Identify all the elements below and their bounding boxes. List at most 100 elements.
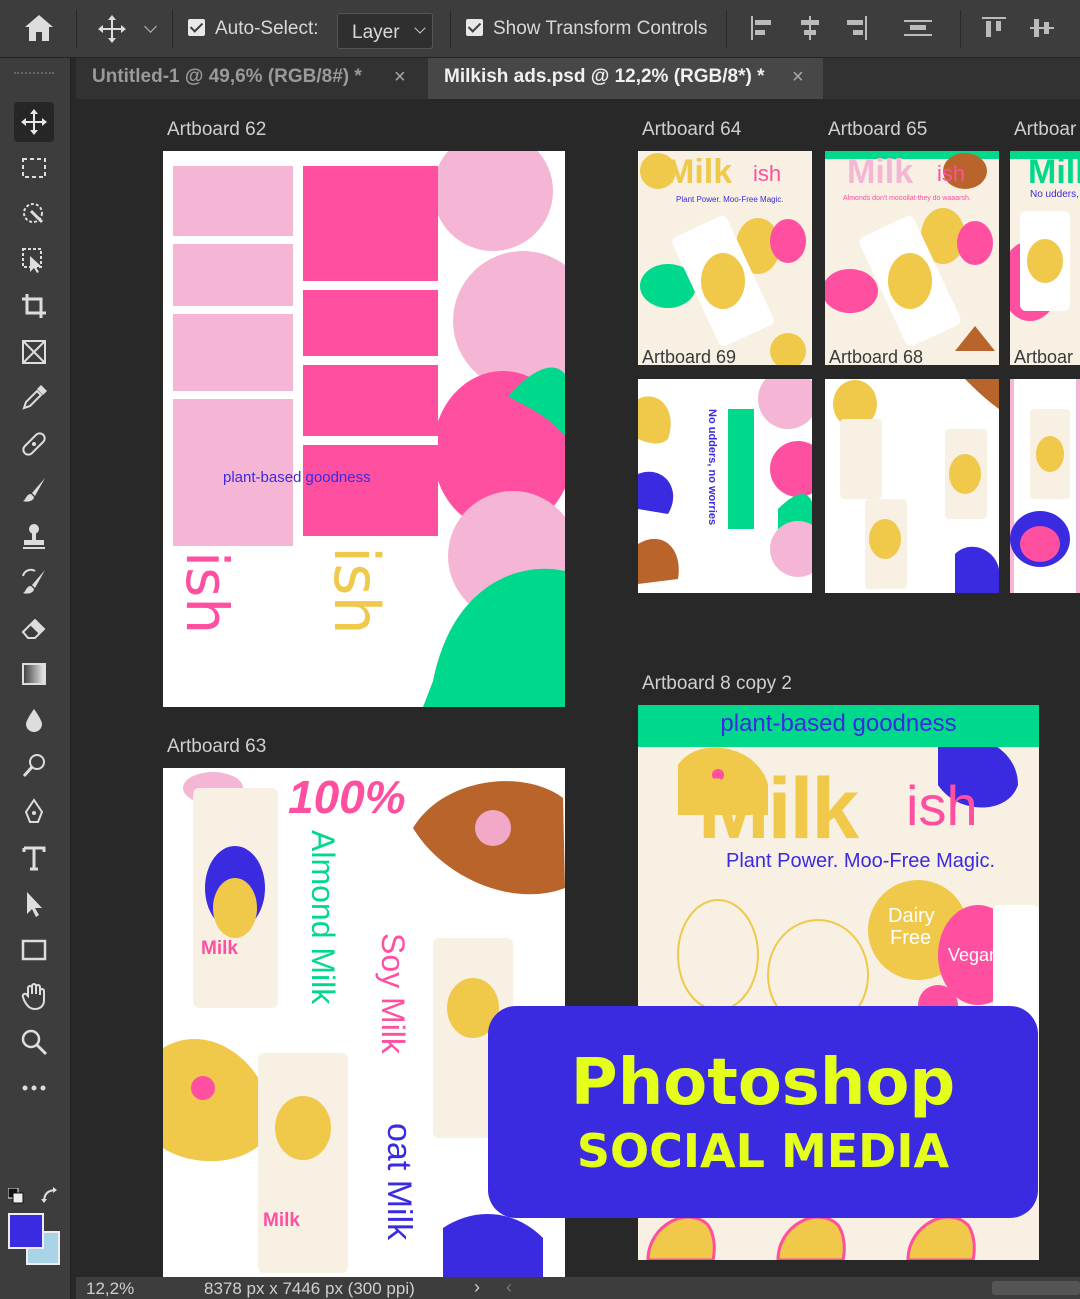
- free-label: Free: [890, 927, 932, 949]
- artboard-65[interactable]: Milk ish Almonds don't moooilat they do …: [825, 151, 999, 365]
- artboard-label[interactable]: Artboard 8 copy 2: [642, 673, 792, 695]
- layer-select[interactable]: Layer: [337, 13, 433, 49]
- align-top-icon[interactable]: [980, 14, 1008, 47]
- horizontal-scrollbar[interactable]: [992, 1281, 1080, 1295]
- clone-stamp-tool-icon[interactable]: [14, 516, 54, 556]
- milk-logo-text: Milk: [1028, 153, 1080, 191]
- auto-select-checkbox[interactable]: [188, 19, 205, 36]
- artboard-64[interactable]: Milk ish Plant Power. Moo-Free Magic. Ar…: [638, 151, 812, 365]
- marquee-tool-icon[interactable]: [14, 148, 54, 188]
- close-icon[interactable]: ×: [792, 66, 804, 89]
- swap-colors-icon[interactable]: [40, 1186, 60, 1206]
- artboard-label-overlay[interactable]: Artboard 69: [642, 347, 736, 365]
- tagline-text: No udders, no worries: [706, 409, 718, 526]
- artboard-label[interactable]: Artboard 63: [167, 736, 266, 758]
- layer-select-value: Layer: [352, 22, 400, 43]
- tab-title: Untitled-1 @ 49,6% (RGB/8#) *: [92, 66, 362, 87]
- tagline-text: No udders, no worries: [1030, 189, 1080, 200]
- panel-grip[interactable]: [14, 72, 54, 84]
- ish-text-pink: ish: [173, 551, 241, 635]
- status-bar: 12,2% 8378 px x 7446 px (300 ppi) › ‹: [76, 1277, 1080, 1299]
- chevron-down-icon[interactable]: [144, 20, 157, 33]
- options-bar: Auto-Select: Layer Show Transform Contro…: [0, 0, 1080, 58]
- transform-controls-label: Show Transform Controls: [493, 18, 708, 39]
- ish-logo-text: ish: [753, 161, 782, 186]
- tab-untitled[interactable]: Untitled-1 @ 49,6% (RGB/8#) * ×: [76, 58, 426, 99]
- artboard-62[interactable]: plant-based goodness ish ish: [163, 151, 565, 707]
- hundred-percent-text: 100%: [288, 771, 406, 823]
- hand-tool-icon[interactable]: [14, 976, 54, 1016]
- milk-logo-text: Milk: [666, 153, 733, 191]
- pen-tool-icon[interactable]: [14, 792, 54, 832]
- artboard-partial-2-artwork: [1010, 379, 1080, 593]
- default-colors-icon[interactable]: [7, 1187, 24, 1204]
- ish-text-yellow: ish: [320, 546, 393, 635]
- carton-logo-text: Milk: [263, 1210, 300, 1231]
- eraser-tool-icon[interactable]: [14, 608, 54, 648]
- tagline-text: plant-based goodness: [223, 469, 371, 486]
- artboard-68-artwork: [833, 379, 999, 593]
- more-tools-icon[interactable]: [14, 1068, 54, 1108]
- soy-milk-text: Soy Milk: [375, 933, 411, 1054]
- align-right-icon[interactable]: [842, 14, 870, 47]
- path-selection-tool-icon[interactable]: [14, 884, 54, 924]
- align-middle-icon[interactable]: [1028, 14, 1056, 47]
- frame-tool-icon[interactable]: [14, 332, 54, 372]
- promo-banner: Photoshop SOCIAL MEDIA: [488, 1006, 1038, 1218]
- dairy-label: Dairy: [888, 905, 935, 927]
- object-selection-tool-icon[interactable]: [14, 240, 54, 280]
- dodge-tool-icon[interactable]: [14, 746, 54, 786]
- eyedropper-tool-icon[interactable]: [14, 378, 54, 418]
- document-size: 8378 px x 7446 px (300 ppi): [204, 1279, 415, 1298]
- artboard-label[interactable]: Artboar: [1014, 119, 1076, 141]
- divider: [450, 10, 451, 48]
- divider: [960, 10, 961, 48]
- artboard-label-overlay[interactable]: Artboar: [1014, 347, 1073, 365]
- chevron-down-icon: [414, 22, 426, 34]
- ish-logo-text: ish: [906, 774, 978, 837]
- foreground-color-swatch[interactable]: [8, 1213, 44, 1249]
- auto-select-label: Auto-Select:: [215, 18, 319, 39]
- artboard-68[interactable]: [825, 379, 999, 593]
- quick-selection-tool-icon[interactable]: [14, 194, 54, 234]
- align-left-icon[interactable]: [748, 14, 776, 47]
- document-tabs: Untitled-1 @ 49,6% (RGB/8#) * × Milkish …: [76, 58, 1080, 99]
- chevron-left-icon[interactable]: ‹: [506, 1277, 512, 1298]
- history-brush-tool-icon[interactable]: [14, 562, 54, 602]
- divider: [726, 10, 727, 48]
- brush-tool-icon[interactable]: [14, 470, 54, 510]
- zoom-tool-icon[interactable]: [14, 1022, 54, 1062]
- move-tool-icon[interactable]: [96, 13, 128, 45]
- banner-title: Photoshop: [570, 1046, 956, 1120]
- milk-logo-text: Milk: [847, 153, 914, 191]
- home-icon[interactable]: [22, 12, 56, 44]
- artboard-partial[interactable]: Milk No udders, no worries Artboar: [1010, 151, 1080, 365]
- artboard-label[interactable]: Artboard 62: [167, 119, 266, 141]
- artboard-69[interactable]: No udders, no worries: [638, 379, 812, 593]
- tools-panel: [0, 58, 71, 1299]
- tab-milkish[interactable]: Milkish ads.psd @ 12,2% (RGB/8*) * ×: [428, 58, 823, 99]
- banner-subtitle: SOCIAL MEDIA: [576, 1124, 950, 1178]
- gradient-tool-icon[interactable]: [14, 654, 54, 694]
- tagline-text: Plant Power. Moo-Free Magic.: [676, 195, 784, 204]
- carton-logo-text: Milk: [201, 938, 238, 959]
- artboard-69-artwork: [638, 379, 812, 584]
- artboard-label-overlay[interactable]: Artboard 68: [829, 347, 923, 365]
- artboard-label[interactable]: Artboard 65: [828, 119, 927, 141]
- ish-logo-text: ish: [937, 161, 966, 186]
- move-tool-icon[interactable]: [14, 102, 54, 142]
- chevron-right-icon[interactable]: ›: [474, 1277, 480, 1298]
- distribute-icon[interactable]: [902, 14, 934, 47]
- transform-controls-checkbox[interactable]: [466, 19, 483, 36]
- type-tool-icon[interactable]: [14, 838, 54, 878]
- crop-tool-icon[interactable]: [14, 286, 54, 326]
- close-icon[interactable]: ×: [394, 66, 406, 89]
- zoom-level[interactable]: 12,2%: [86, 1279, 134, 1299]
- artboard-partial-2[interactable]: [1010, 379, 1080, 593]
- almond-milk-text: Almond Milk: [305, 830, 341, 1005]
- align-center-icon[interactable]: [796, 14, 824, 47]
- artboard-label[interactable]: Artboard 64: [642, 119, 741, 141]
- healing-brush-tool-icon[interactable]: [14, 424, 54, 464]
- blur-tool-icon[interactable]: [14, 700, 54, 740]
- rectangle-tool-icon[interactable]: [14, 930, 54, 970]
